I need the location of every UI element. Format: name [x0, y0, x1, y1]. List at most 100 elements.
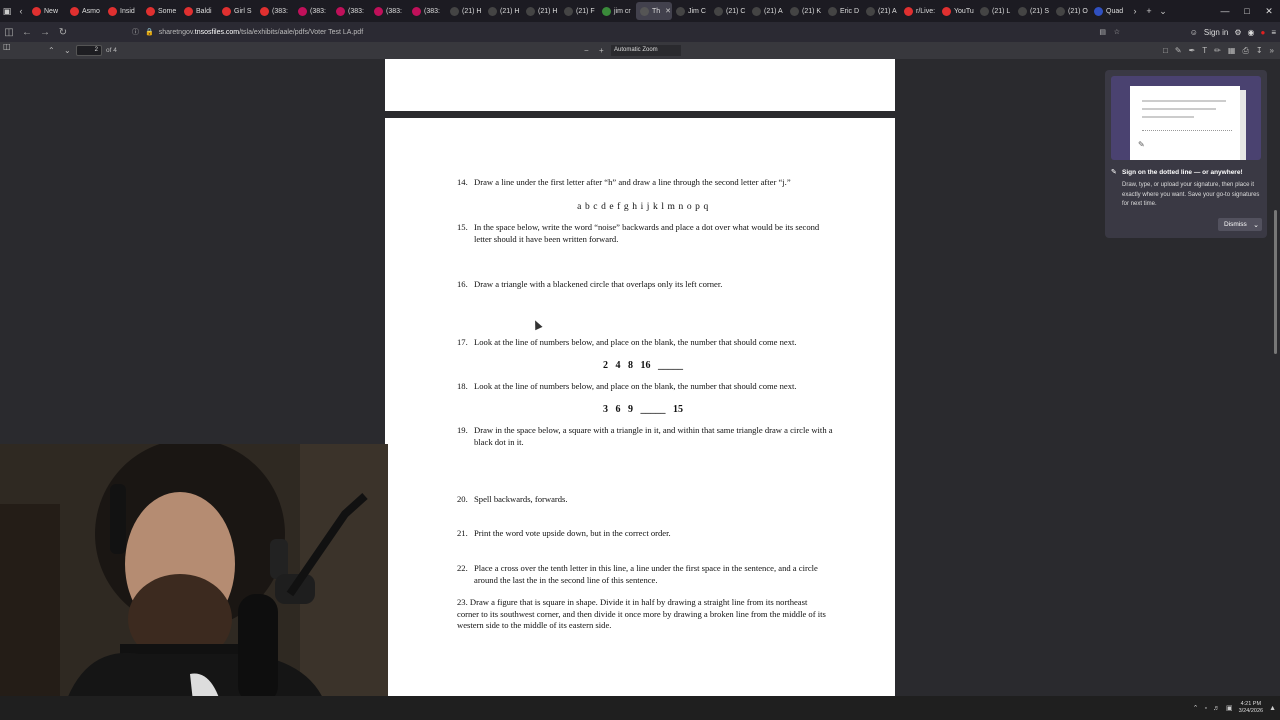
browser-tab[interactable]: (21) H: [446, 2, 484, 20]
browser-tab[interactable]: (21) C: [710, 2, 748, 20]
browser-tab[interactable]: Th ✕: [636, 2, 672, 20]
sign-in-button[interactable]: Sign in: [1204, 28, 1228, 37]
browser-tab[interactable]: Jim C: [672, 2, 710, 20]
shield-icon[interactable]: ⓘ: [132, 27, 139, 37]
signature-icon[interactable]: ✎: [1175, 46, 1182, 55]
browser-tab[interactable]: (21) A: [748, 2, 786, 20]
draw-icon[interactable]: ✏: [1214, 46, 1221, 55]
browser-tab[interactable]: (383:: [332, 2, 370, 20]
question-number: 14.: [457, 177, 468, 187]
browser-tab[interactable]: Baldi: [180, 2, 218, 20]
tab-label: Some: [158, 7, 177, 15]
browser-tab[interactable]: Insid: [104, 2, 142, 20]
tab-overflow-icon[interactable]: ⌄: [1156, 6, 1170, 17]
browser-tab[interactable]: Eric D: [824, 2, 862, 20]
browser-tab[interactable]: r/Live:: [900, 2, 938, 20]
question-text: Draw in the space below, a square with a…: [474, 425, 833, 447]
page-number-input[interactable]: 2: [76, 45, 102, 56]
browser-tab[interactable]: (21) F: [560, 2, 598, 20]
extension-badge-icon[interactable]: ●: [1260, 28, 1265, 37]
menu-icon[interactable]: ≡: [1271, 28, 1276, 37]
browser-tab[interactable]: (383:: [370, 2, 408, 20]
nav-right-tools: ☺ Sign in ⚙ ◉ ● ≡: [1190, 22, 1276, 42]
print-icon[interactable]: ⎙: [1242, 46, 1248, 56]
question-text: In the space below, write the word “nois…: [474, 222, 820, 244]
prev-page-icon[interactable]: ⌃: [48, 46, 55, 55]
save-icon[interactable]: ↧: [1256, 46, 1263, 55]
lock-icon[interactable]: 🔒: [145, 28, 154, 36]
browser-tab[interactable]: Asmo: [66, 2, 104, 20]
dismiss-button[interactable]: Dismiss ⌄: [1218, 218, 1262, 231]
zoom-select[interactable]: Automatic Zoom: [611, 45, 681, 56]
reader-view-icon[interactable]: ▤: [1099, 28, 1106, 36]
zoom-out-icon[interactable]: −: [584, 46, 589, 55]
back-icon[interactable]: ←: [18, 27, 36, 38]
comment-icon[interactable]: □: [1163, 46, 1168, 55]
shield-extension-icon[interactable]: ◉: [1248, 28, 1255, 37]
tab-scroll-right-icon[interactable]: ›: [1128, 6, 1142, 16]
url-bar[interactable]: ⓘ 🔒 sharetngov. tnsosfiles.com/tsla/exhib…: [132, 24, 1120, 40]
account-icon[interactable]: ☺: [1190, 28, 1198, 37]
bookmark-star-icon[interactable]: ☆: [1114, 28, 1120, 36]
browser-tab[interactable]: (21) S: [1014, 2, 1052, 20]
volume-icon[interactable]: ♬: [1213, 705, 1220, 712]
notification-icon[interactable]: ▲: [1269, 705, 1276, 712]
tab-label: (21) H: [538, 7, 558, 15]
q14-letter-line: a b c d e f g h i j k l m n o p q: [577, 202, 709, 212]
question-number: 22.: [457, 563, 468, 573]
close-tab-icon[interactable]: ✕: [665, 7, 671, 15]
browser-tab[interactable]: YouTu: [938, 2, 976, 20]
browser-tab[interactable]: (21) A: [862, 2, 900, 20]
browser-tab[interactable]: Some: [142, 2, 180, 20]
clock[interactable]: 4:21 PM 3/24/2026: [1239, 701, 1263, 715]
browser-tab[interactable]: Girl S: [218, 2, 256, 20]
tray-overflow-icon[interactable]: ⌃: [1193, 704, 1199, 712]
browser-tab[interactable]: Quad: [1090, 2, 1128, 20]
more-tools-icon[interactable]: »: [1270, 46, 1274, 55]
monitor-icon[interactable]: ▣: [1226, 704, 1233, 712]
browser-tab[interactable]: (383:: [256, 2, 294, 20]
chevron-down-icon[interactable]: ⌄: [1253, 221, 1259, 229]
tab-favicon-icon: [1094, 6, 1103, 16]
scrollbar[interactable]: [1274, 210, 1277, 354]
tab-label: (21) S: [1030, 7, 1050, 15]
forward-icon[interactable]: →: [36, 27, 54, 38]
tab-label: New: [44, 7, 59, 15]
browser-tab[interactable]: New: [28, 2, 66, 20]
browser-tab[interactable]: (21) H: [484, 2, 522, 20]
browser-tab[interactable]: (21) O: [1052, 2, 1090, 20]
tab-label: (383:: [310, 7, 326, 15]
question-15: 15. In the space below, write the word “n…: [457, 222, 837, 245]
maximize-icon[interactable]: □: [1236, 6, 1258, 16]
tab-list-icon[interactable]: ▣: [0, 6, 14, 17]
text-icon[interactable]: T: [1202, 46, 1207, 55]
sidebar-icon[interactable]: ◫: [0, 27, 18, 38]
minimize-icon[interactable]: —: [1214, 6, 1236, 16]
highlight-icon[interactable]: ✒: [1189, 46, 1196, 55]
question-number: 15.: [457, 222, 468, 232]
browser-tab[interactable]: (21) L: [976, 2, 1014, 20]
browser-tab[interactable]: (383:: [294, 2, 332, 20]
browser-tab[interactable]: (383:: [408, 2, 446, 20]
tab-favicon-icon: [866, 6, 875, 16]
tab-favicon-icon: [828, 6, 837, 16]
browser-tab[interactable]: jim cr: [598, 2, 636, 20]
new-tab-icon[interactable]: +: [1142, 6, 1156, 16]
image-icon[interactable]: ▦: [1228, 46, 1236, 55]
browser-tab[interactable]: (21) H: [522, 2, 560, 20]
network-icon[interactable]: ▫: [1204, 705, 1206, 712]
close-window-icon[interactable]: ✕: [1258, 6, 1280, 17]
question-number: 19.: [457, 425, 468, 435]
reload-icon[interactable]: ↻: [54, 27, 72, 38]
zoom-in-icon[interactable]: +: [599, 46, 604, 55]
next-page-icon[interactable]: ⌄: [64, 46, 71, 55]
browser-tab[interactable]: (21) K: [786, 2, 824, 20]
extensions-icon[interactable]: ⚙: [1234, 28, 1241, 37]
tab-label: (21) H: [462, 7, 482, 15]
toggle-sidebar-icon[interactable]: ◫: [3, 42, 11, 51]
tab-favicon-icon: [374, 6, 383, 16]
tab-label: Girl S: [234, 7, 252, 15]
tab-scroll-left-icon[interactable]: ‹: [14, 6, 28, 16]
system-tray: ⌃ ▫ ♬ ▣ 4:21 PM 3/24/2026 ▲: [1193, 696, 1276, 720]
tab-favicon-icon: [526, 6, 535, 16]
